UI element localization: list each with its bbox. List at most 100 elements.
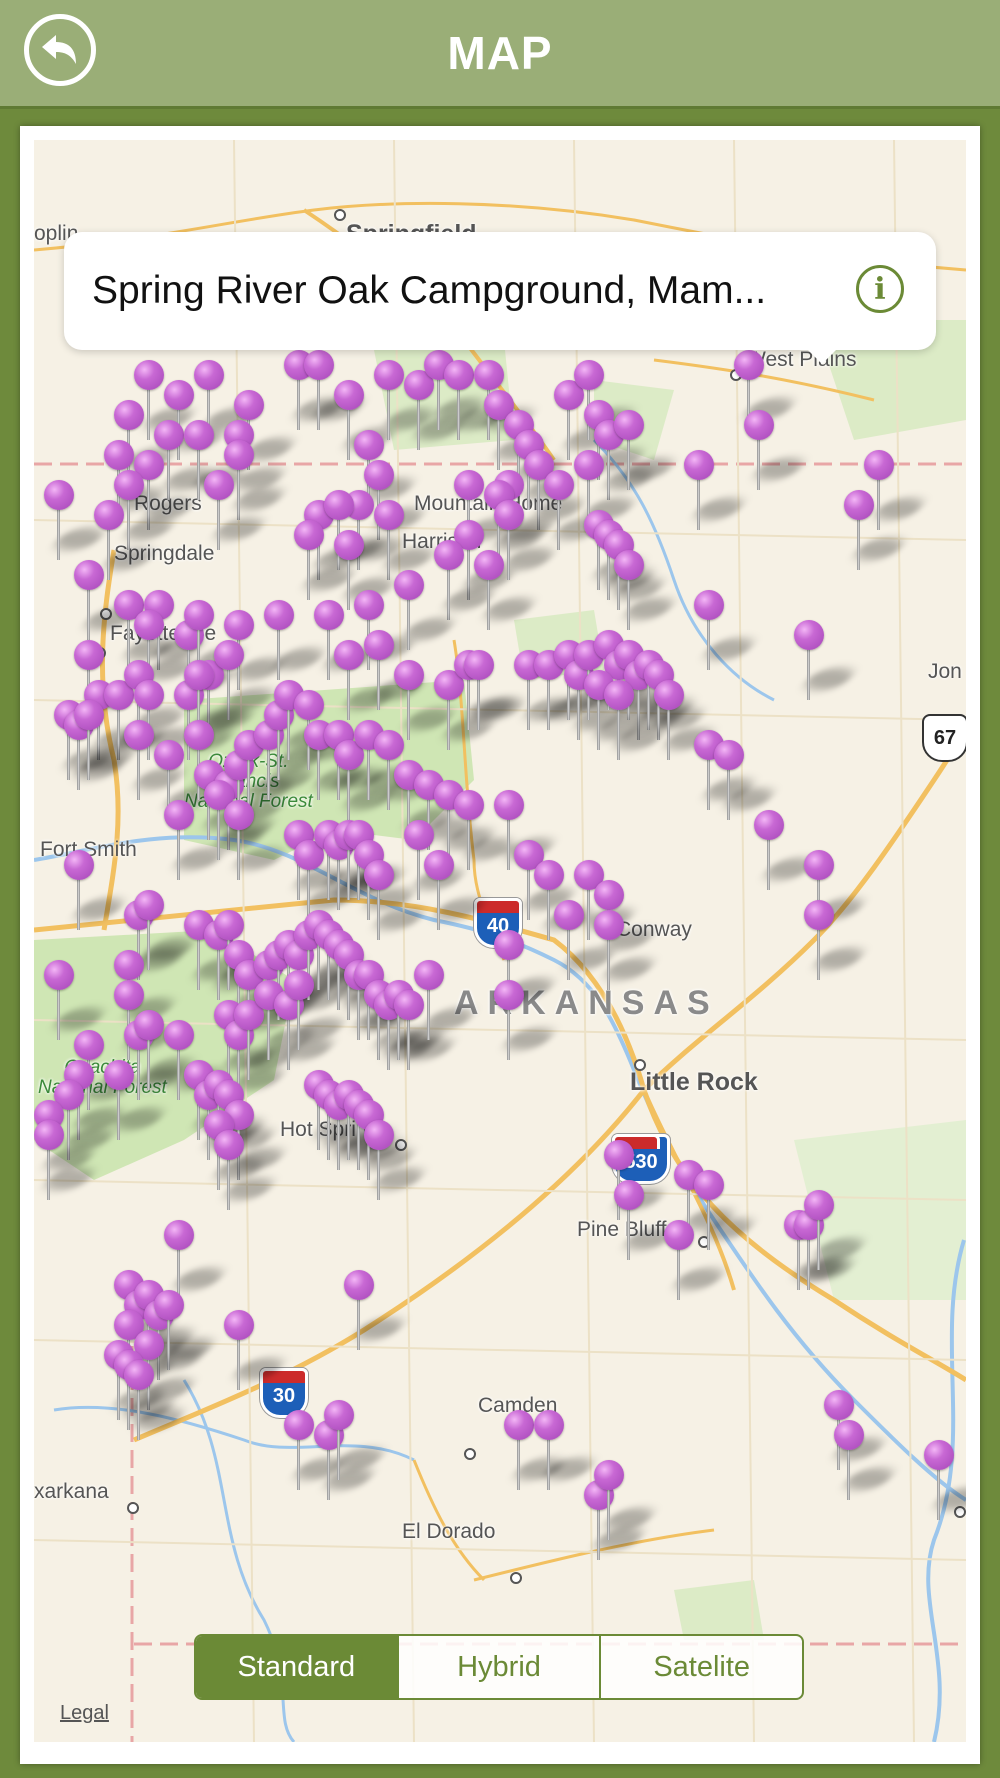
map-type-hybrid[interactable]: Hybrid [396,1636,600,1698]
campground-pin[interactable] [124,720,190,800]
label-el-dorado: El Dorado [402,1520,496,1543]
campground-pin[interactable] [284,1410,350,1490]
campground-pin[interactable] [264,600,330,680]
campground-pin[interactable] [494,980,560,1060]
pin-head-icon [364,860,394,890]
campground-pin[interactable] [124,1360,190,1440]
campground-pin[interactable] [44,960,110,1040]
pin-head-icon [374,730,404,760]
pin-head-icon [134,680,164,710]
campground-pin[interactable] [414,960,480,1040]
map-view[interactable]: Springfield oplin West Plains Rogers Spr… [34,140,966,1742]
campground-pin[interactable] [534,1410,600,1490]
campground-pin[interactable] [74,560,140,640]
campground-pin[interactable] [64,850,130,930]
map-type-satellite[interactable]: Satelite [599,1636,802,1698]
pin-head-icon [744,410,774,440]
campground-pin[interactable] [334,640,400,720]
pin-head-icon [614,1180,644,1210]
campground-pin[interactable] [134,1010,200,1090]
campground-pin[interactable] [474,550,540,630]
campground-pin[interactable] [394,570,460,650]
campground-pin[interactable] [794,620,860,700]
campground-pin[interactable] [804,900,870,980]
pin-head-icon [284,1410,314,1440]
pin-head-icon [104,440,134,470]
campground-pin[interactable] [654,680,720,760]
campground-pin[interactable] [454,790,520,870]
pin-head-icon [364,630,394,660]
campground-pin[interactable] [694,590,760,670]
campground-pin[interactable] [554,900,620,980]
pin-head-icon [454,470,484,500]
campground-pin[interactable] [614,550,680,630]
campground-pin[interactable] [424,850,490,930]
pin-head-icon [664,1220,694,1250]
campground-pin[interactable] [364,630,430,710]
campground-pin[interactable] [374,360,440,440]
pin-head-icon [184,420,214,450]
campground-pin[interactable] [364,1120,430,1200]
pin-head-icon [364,460,394,490]
pin-head-icon [614,550,644,580]
campground-pin[interactable] [344,1270,410,1350]
pin-head-icon [424,850,454,880]
campground-pin[interactable] [754,810,820,890]
pin-callout[interactable]: Spring River Oak Campground, Mam... i [64,232,936,364]
campground-pin[interactable] [694,1170,760,1250]
campground-pin[interactable] [304,350,370,430]
pin-head-icon [294,520,324,550]
campground-pin[interactable] [614,410,680,490]
campground-pin[interactable] [684,450,750,530]
pin-head-icon [354,590,384,620]
campground-pin[interactable] [324,1400,390,1480]
campground-pin[interactable] [444,360,510,440]
pin-head-icon [864,450,894,480]
campground-pin[interactable] [104,1060,170,1140]
campground-pin[interactable] [394,660,460,740]
campground-pin[interactable] [744,410,810,490]
campground-pin[interactable] [504,1410,570,1490]
legal-link[interactable]: Legal [60,1702,109,1725]
campground-pin[interactable] [204,470,270,550]
campground-pin[interactable] [434,540,500,620]
pin-shadow [928,1488,966,1510]
campground-pin[interactable] [364,860,430,940]
campground-pin[interactable] [594,1460,660,1540]
campground-pin[interactable] [594,910,660,990]
pin-head-icon [44,480,74,510]
pin-head-icon [694,1170,724,1200]
map-type-standard[interactable]: Standard [196,1636,397,1698]
campground-pin[interactable] [44,480,110,560]
pin-head-icon [74,1030,104,1060]
campground-pin[interactable] [614,1180,680,1260]
pin-head-icon [134,890,164,920]
pin-head-icon [74,560,104,590]
campground-pin[interactable] [224,800,290,880]
info-icon[interactable]: i [856,265,904,313]
campground-pin[interactable] [864,450,930,530]
campground-pin[interactable] [664,1220,730,1300]
campground-pin[interactable] [164,1220,230,1300]
campground-pin[interactable] [924,1440,966,1520]
campground-pin[interactable] [804,1190,870,1270]
pin-head-icon [324,1400,354,1430]
campground-pin[interactable] [544,470,610,550]
campground-pin[interactable] [74,700,140,780]
campground-pin[interactable] [284,970,350,1050]
campground-pin[interactable] [224,1310,290,1390]
campground-pin[interactable] [714,740,780,820]
campground-pin[interactable] [294,520,360,600]
campground-pin[interactable] [374,500,440,580]
campground-pin[interactable] [464,650,530,730]
campground-pin[interactable] [604,680,670,760]
campground-pin[interactable] [164,800,230,880]
pin-head-icon [414,960,444,990]
pin-head-icon [474,550,504,580]
campground-pin[interactable] [34,1120,100,1200]
pin-head-icon [754,810,784,840]
pin-head-icon [534,860,564,890]
pin-head-icon [334,640,364,670]
campground-pin[interactable] [834,1420,900,1500]
campground-pin[interactable] [214,1130,280,1210]
